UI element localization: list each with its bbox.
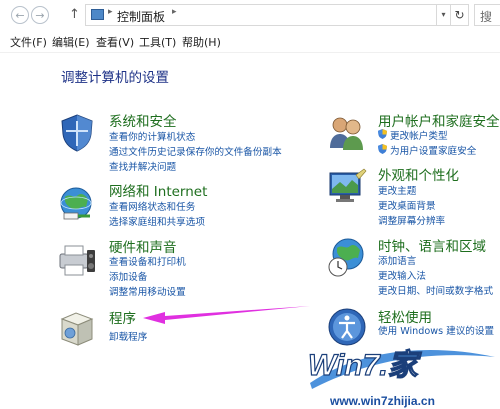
link-change-account-type[interactable]: 更改帐户类型 [390, 128, 448, 142]
link-devices-printers[interactable]: 查看设备和打印机 [109, 254, 186, 268]
page-title: 调整计算机的设置 [61, 70, 169, 86]
category-title[interactable]: 系统和安全 [109, 110, 177, 130]
network-globe-icon[interactable] [56, 183, 98, 225]
link-file-history-backup[interactable]: 通过文件历史记录保存你的文件备份副本 [109, 144, 282, 158]
link-uninstall-program[interactable]: 卸载程序 [109, 329, 147, 343]
uac-shield-icon [378, 144, 387, 154]
watermark-sub: www.win7zhijia.cn [329, 394, 435, 408]
link-date-time-format[interactable]: 更改日期、时间或数字格式 [378, 283, 493, 297]
up-button[interactable]: ↑ [69, 6, 80, 24]
breadcrumb-separator-icon[interactable]: ▸ [172, 7, 177, 17]
link-mobility-settings[interactable]: 调整常用移动设置 [109, 284, 186, 298]
breadcrumb-control-panel[interactable]: 控制面板 [117, 8, 165, 25]
watermark-text: Win7.家 [308, 348, 422, 382]
breadcrumb-separator-icon[interactable]: ▸ [108, 7, 113, 17]
programs-box-icon[interactable] [56, 307, 98, 349]
search-placeholder: 搜 [480, 10, 493, 24]
category-title[interactable]: 网络和 Internet [109, 180, 207, 200]
back-button[interactable]: ← [11, 6, 29, 24]
shield-icon[interactable] [56, 112, 98, 154]
appearance-icon[interactable] [326, 167, 368, 209]
link-network-status[interactable]: 查看网络状态和任务 [109, 199, 195, 213]
address-bar[interactable]: ▸ 控制面板 ▸ [85, 4, 437, 26]
forward-button[interactable]: → [31, 6, 49, 24]
category-title[interactable]: 时钟、语言和区域 [378, 235, 486, 255]
link-family-safety[interactable]: 为用户设置家庭安全 [390, 143, 476, 157]
watermark-logo: Win7.家 www.win7zhijia.cn [307, 347, 495, 408]
category-title[interactable]: 程序 [109, 307, 136, 327]
refresh-button[interactable]: ↻ [451, 4, 469, 26]
link-add-device[interactable]: 添加设备 [109, 269, 147, 283]
printer-icon[interactable] [56, 240, 98, 282]
link-screen-resolution[interactable]: 调整屏幕分辨率 [378, 213, 445, 227]
link-change-theme[interactable]: 更改主题 [378, 183, 416, 197]
address-dropdown-button[interactable]: ▾ [437, 4, 451, 26]
annotation-arrow [143, 306, 310, 324]
link-troubleshoot[interactable]: 查找并解决问题 [109, 159, 176, 173]
menu-view[interactable]: 查看(V) [96, 34, 134, 50]
link-change-input-method[interactable]: 更改输入法 [378, 268, 426, 282]
link-view-computer-status[interactable]: 查看你的计算机状态 [109, 129, 195, 143]
clock-globe-icon[interactable] [326, 236, 368, 278]
link-desktop-background[interactable]: 更改桌面背景 [378, 198, 436, 212]
menu-tools[interactable]: 工具(T) [139, 34, 176, 50]
control-panel-icon [91, 9, 104, 20]
menu-file[interactable]: 文件(F) [10, 34, 47, 50]
menu-help[interactable]: 帮助(H) [182, 34, 221, 50]
search-input[interactable]: 搜 [474, 4, 500, 26]
uac-shield-icon [378, 129, 387, 139]
users-icon[interactable] [326, 112, 368, 154]
category-title[interactable]: 硬件和声音 [109, 236, 177, 256]
menu-bar: 文件(F) 编辑(E) 查看(V) 工具(T) 帮助(H) [0, 30, 500, 53]
link-homegroup-sharing[interactable]: 选择家庭组和共享选项 [109, 214, 205, 228]
category-title[interactable]: 外观和个性化 [378, 164, 459, 184]
menu-edit[interactable]: 编辑(E) [52, 34, 90, 50]
address-row: ← → ↑ ▸ 控制面板 ▸ ▾ ↻ 搜 [0, 0, 500, 30]
link-add-language[interactable]: 添加语言 [378, 253, 416, 267]
category-title[interactable]: 用户帐户和家庭安全 [378, 110, 500, 130]
